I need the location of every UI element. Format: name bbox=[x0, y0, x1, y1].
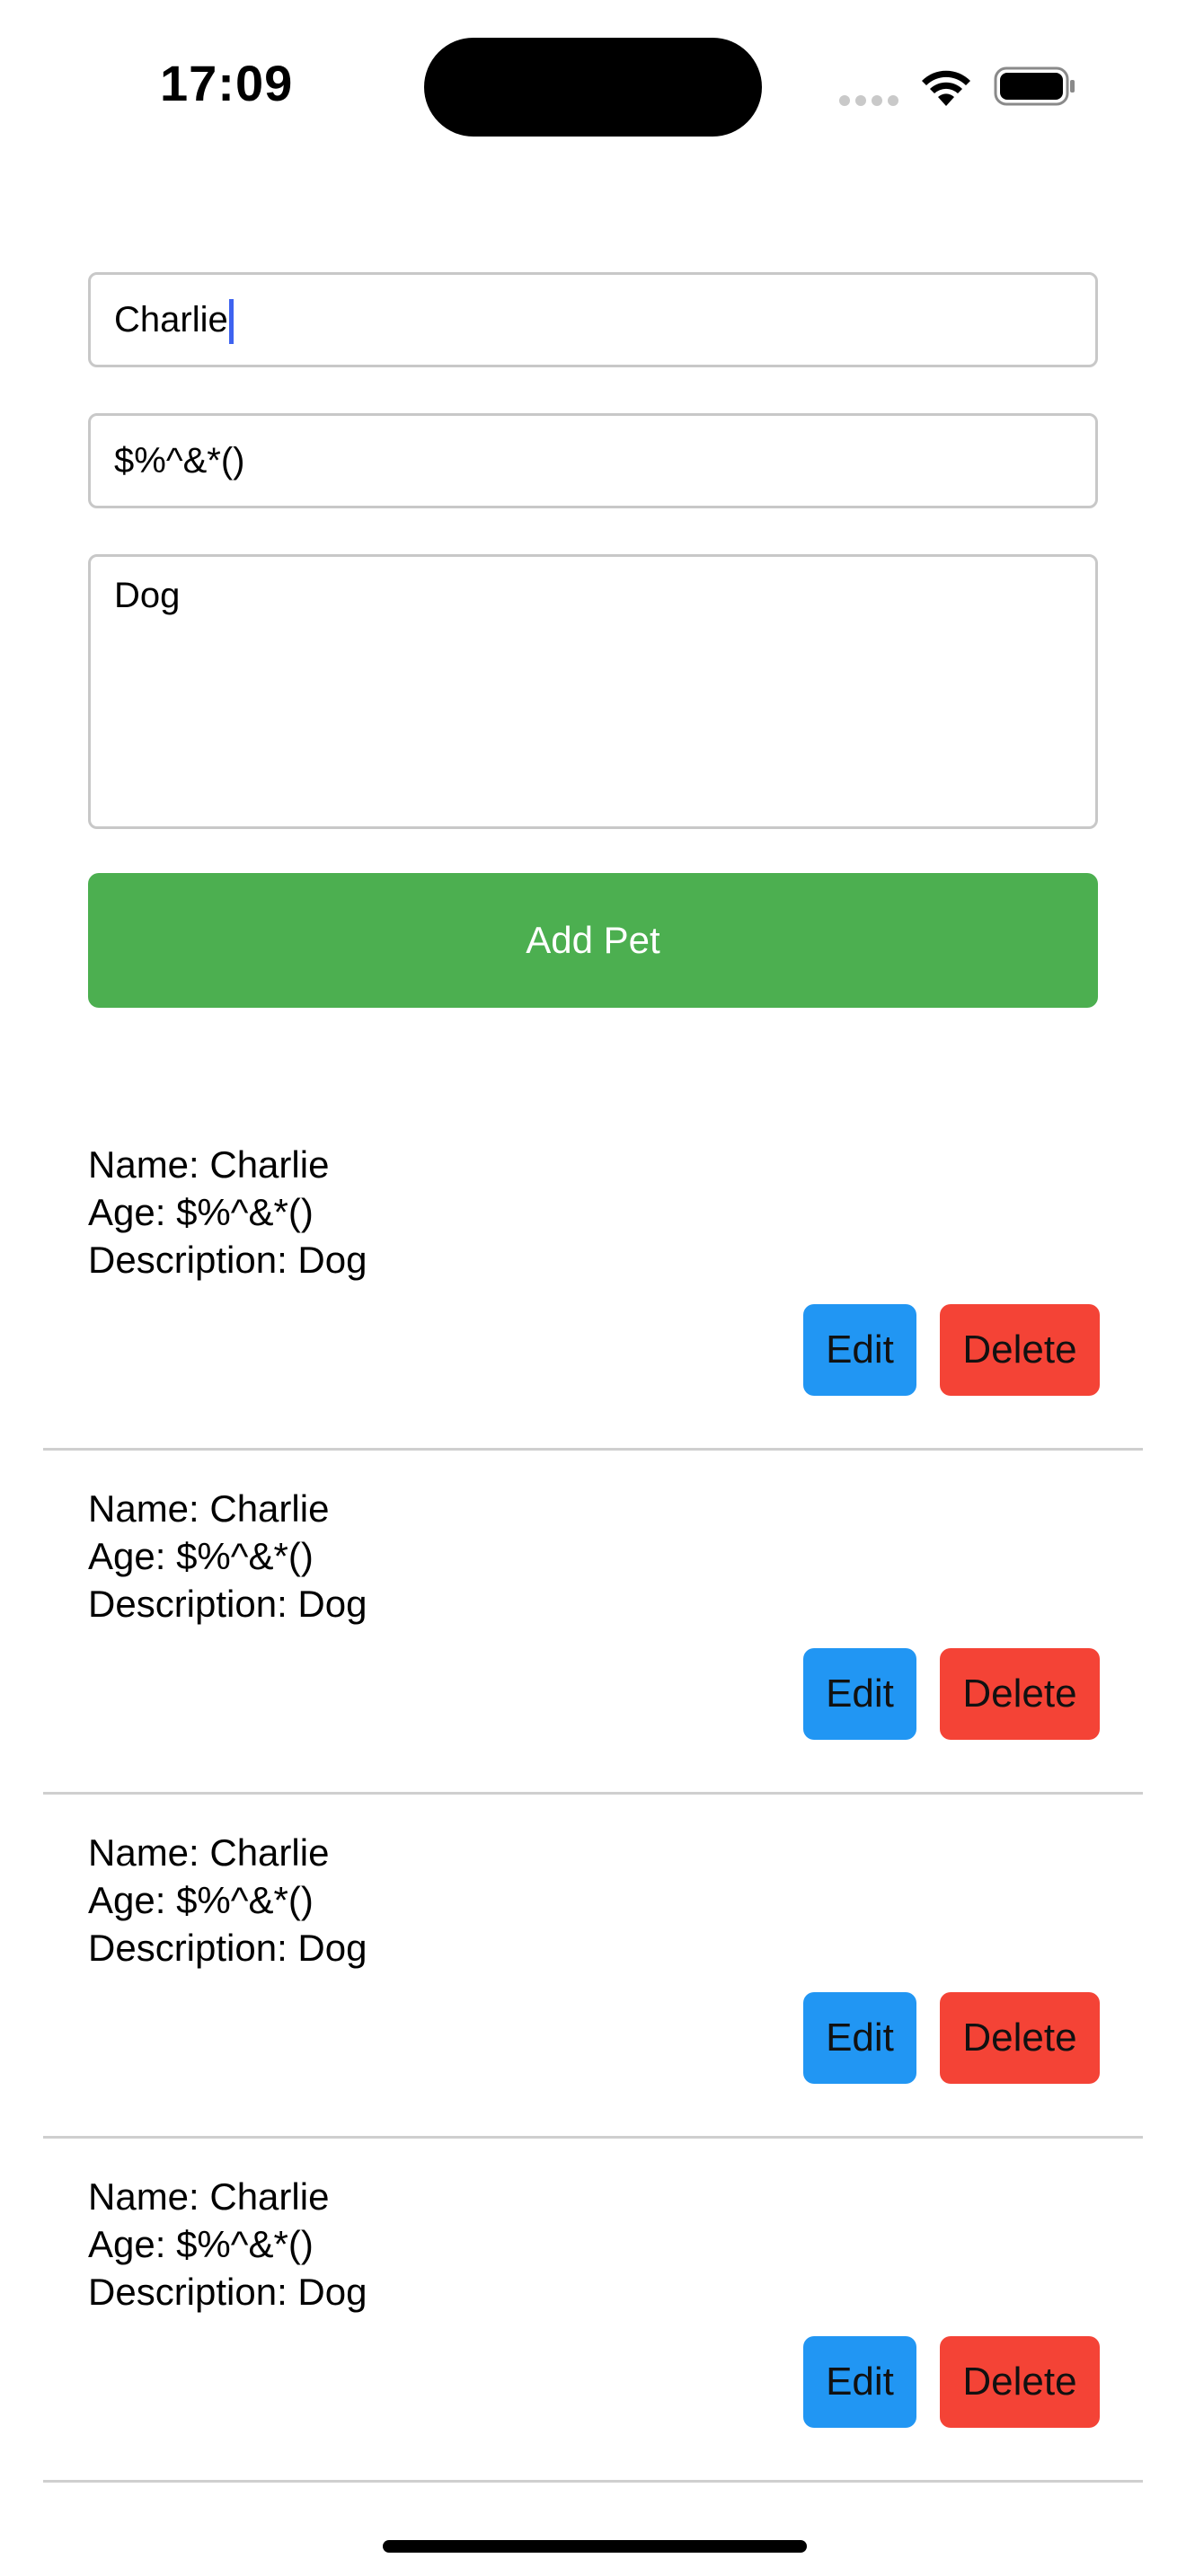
pet-age-value: $%^&*() bbox=[114, 441, 245, 481]
pet-name-text: Name: Charlie bbox=[88, 1487, 330, 1530]
pet-name-text: Name: Charlie bbox=[88, 1831, 330, 1874]
pet-list-item: Name: Charlie Age: $%^&*() Description: … bbox=[43, 2139, 1143, 2483]
status-time: 17:09 bbox=[160, 55, 294, 111]
text-caret bbox=[228, 299, 234, 345]
edit-button[interactable]: Edit bbox=[803, 1648, 916, 1740]
pet-list-item: Name: Charlie Age: $%^&*() Description: … bbox=[43, 1451, 1143, 1795]
edit-button[interactable]: Edit bbox=[803, 2336, 916, 2428]
pet-description-text: Description: Dog bbox=[88, 1583, 367, 1625]
pet-name-text: Name: Charlie bbox=[88, 1143, 330, 1186]
pet-details: Name: Charlie Age: $%^&*() Description: … bbox=[88, 2173, 367, 2316]
edit-button[interactable]: Edit bbox=[803, 1304, 916, 1396]
pet-name-input[interactable]: Charlie bbox=[88, 272, 1098, 367]
pet-age-text: Age: $%^&*() bbox=[88, 1191, 314, 1233]
pet-details: Name: Charlie Age: $%^&*() Description: … bbox=[88, 1141, 367, 1284]
delete-button[interactable]: Delete bbox=[940, 1304, 1100, 1396]
pet-age-text: Age: $%^&*() bbox=[88, 1535, 314, 1577]
pet-description-textarea[interactable]: Dog bbox=[88, 554, 1098, 829]
add-pet-button[interactable]: Add Pet bbox=[88, 873, 1098, 1008]
pet-name-text: Name: Charlie bbox=[88, 2175, 330, 2218]
pet-list-item: Name: Charlie Age: $%^&*() Description: … bbox=[43, 1107, 1143, 1451]
dynamic-island bbox=[424, 38, 762, 137]
pet-description-text: Description: Dog bbox=[88, 1927, 367, 1969]
battery-icon bbox=[994, 66, 1075, 106]
pet-description-value: Dog bbox=[114, 576, 181, 615]
delete-button[interactable]: Delete bbox=[940, 2336, 1100, 2428]
status-bar: 17:09 bbox=[0, 0, 1186, 180]
pet-details: Name: Charlie Age: $%^&*() Description: … bbox=[88, 1485, 367, 1628]
delete-button[interactable]: Delete bbox=[940, 1648, 1100, 1740]
pet-details: Name: Charlie Age: $%^&*() Description: … bbox=[88, 1829, 367, 1972]
pet-age-input[interactable]: $%^&*() bbox=[88, 413, 1098, 508]
pet-description-text: Description: Dog bbox=[88, 1239, 367, 1281]
pet-age-text: Age: $%^&*() bbox=[88, 2223, 314, 2265]
edit-button[interactable]: Edit bbox=[803, 1992, 916, 2084]
home-indicator[interactable] bbox=[383, 2540, 807, 2553]
delete-button[interactable]: Delete bbox=[940, 1992, 1100, 2084]
pet-description-text: Description: Dog bbox=[88, 2271, 367, 2313]
cellular-signal-icon bbox=[839, 95, 898, 106]
pet-age-text: Age: $%^&*() bbox=[88, 1879, 314, 1921]
pet-list-item: Name: Charlie Age: $%^&*() Description: … bbox=[43, 1795, 1143, 2139]
pet-list: Name: Charlie Age: $%^&*() Description: … bbox=[0, 1107, 1186, 2483]
wifi-icon bbox=[922, 70, 970, 106]
pet-name-value: Charlie bbox=[114, 300, 228, 340]
